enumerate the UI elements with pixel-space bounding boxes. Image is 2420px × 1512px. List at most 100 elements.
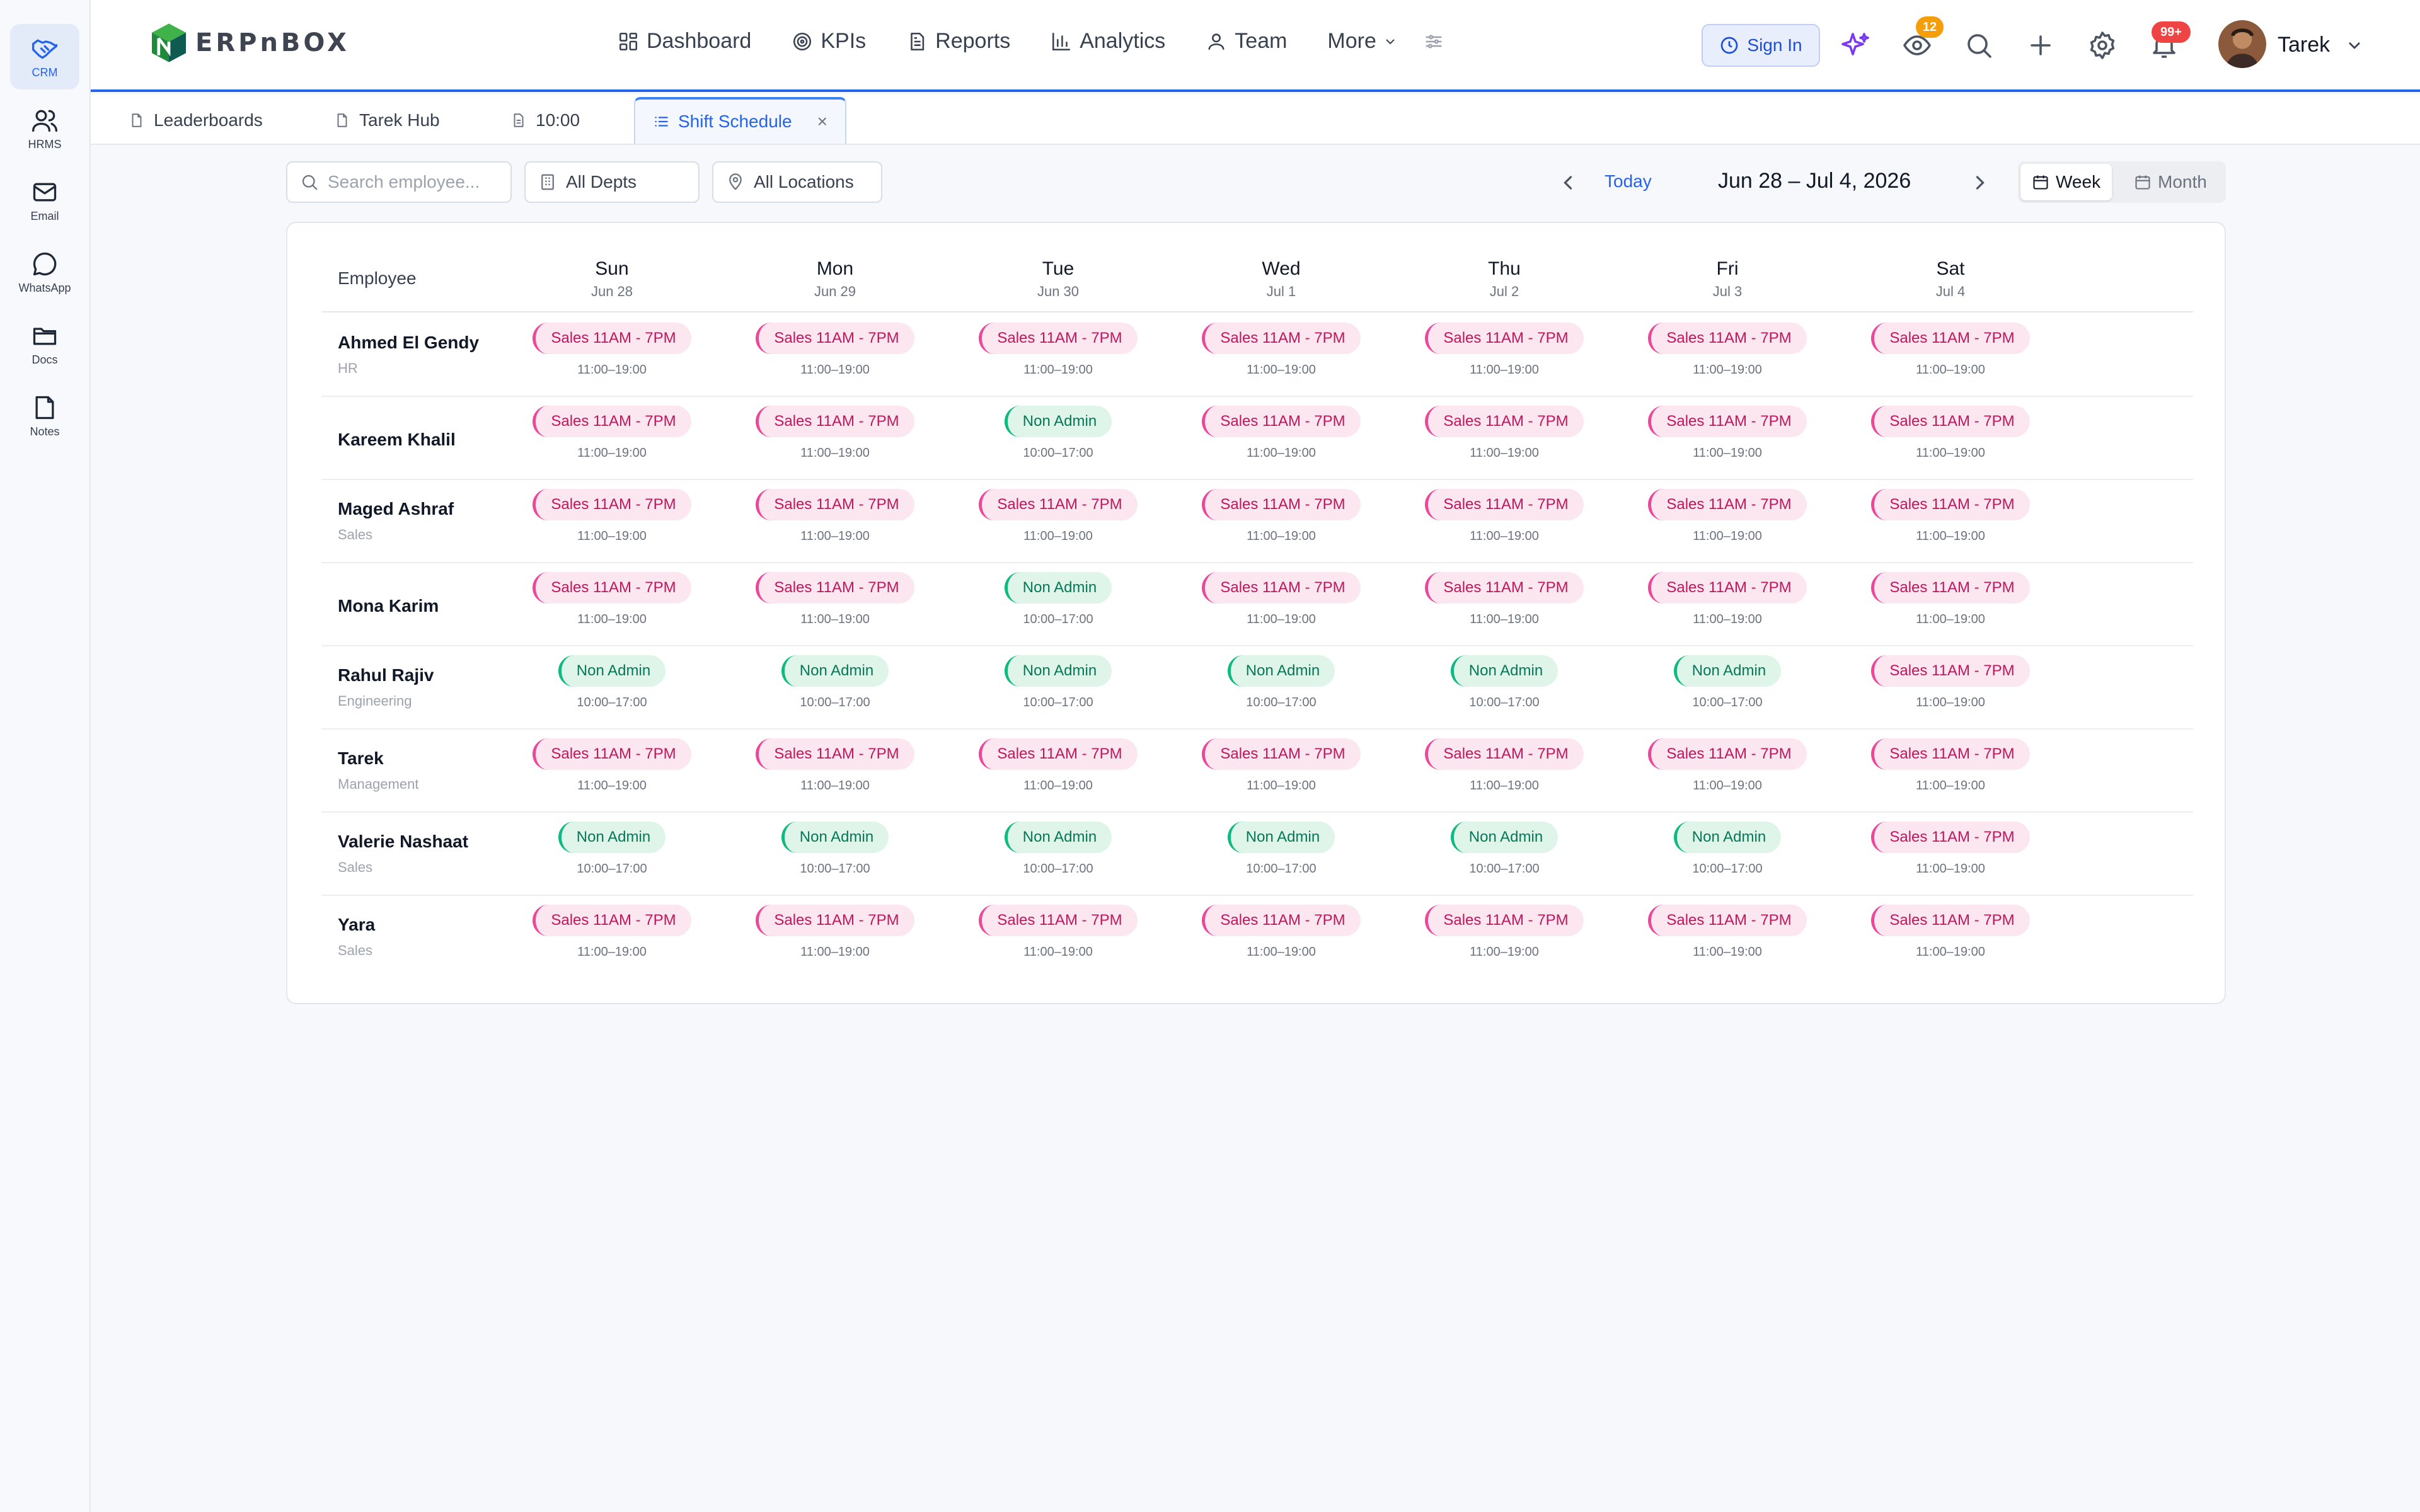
shift-cell[interactable]: Sales 11AM - 7PM 11:00–19:00 (1393, 489, 1616, 544)
sales-shift-pill[interactable]: Sales 11AM - 7PM (979, 738, 1138, 770)
week-view-button[interactable]: Week (2020, 164, 2112, 200)
month-view-button[interactable]: Month (2123, 164, 2218, 200)
non-admin-shift-pill[interactable]: Non Admin (558, 655, 666, 687)
sales-shift-pill[interactable]: Sales 11AM - 7PM (1871, 489, 2030, 520)
search-button[interactable] (1964, 30, 1994, 60)
shift-cell[interactable]: Non Admin 10:00–17:00 (723, 655, 947, 710)
shift-cell[interactable]: Sales 11AM - 7PM 11:00–19:00 (1616, 489, 1839, 544)
shift-cell[interactable]: Sales 11AM - 7PM 11:00–19:00 (1170, 905, 1393, 959)
shift-cell[interactable]: Sales 11AM - 7PM 11:00–19:00 (1170, 738, 1393, 793)
shift-cell[interactable]: Sales 11AM - 7PM 11:00–19:00 (947, 489, 1170, 544)
non-admin-shift-pill[interactable]: Non Admin (1227, 655, 1335, 687)
non-admin-shift-pill[interactable]: Non Admin (1673, 822, 1782, 853)
shift-cell[interactable]: Non Admin 10:00–17:00 (947, 822, 1170, 876)
shift-cell[interactable]: Sales 11AM - 7PM 11:00–19:00 (1616, 905, 1839, 959)
non-admin-shift-pill[interactable]: Non Admin (1227, 822, 1335, 853)
shift-cell[interactable]: Non Admin 10:00–17:00 (500, 822, 723, 876)
sales-shift-pill[interactable]: Sales 11AM - 7PM (1648, 905, 1807, 936)
shift-cell[interactable]: Sales 11AM - 7PM 11:00–19:00 (1839, 489, 2062, 544)
shift-cell[interactable]: Sales 11AM - 7PM 11:00–19:00 (1170, 406, 1393, 461)
tab-leaderboards[interactable]: Leaderboards (129, 97, 263, 144)
shift-cell[interactable]: Non Admin 10:00–17:00 (1393, 822, 1616, 876)
shift-cell[interactable]: Sales 11AM - 7PM 11:00–19:00 (1393, 572, 1616, 627)
sales-shift-pill[interactable]: Sales 11AM - 7PM (1648, 738, 1807, 770)
rail-item-notes[interactable]: Notes (10, 383, 79, 449)
avatar[interactable] (2218, 20, 2266, 68)
employee-name[interactable]: Valerie Nashaat (338, 832, 468, 852)
user-name[interactable]: Tarek (2278, 33, 2330, 57)
nav-more-menu[interactable]: More (1327, 29, 1397, 54)
sales-shift-pill[interactable]: Sales 11AM - 7PM (756, 323, 914, 354)
sales-shift-pill[interactable]: Sales 11AM - 7PM (533, 406, 691, 437)
shift-cell[interactable]: Sales 11AM - 7PM 11:00–19:00 (947, 323, 1170, 377)
shift-cell[interactable]: Sales 11AM - 7PM 11:00–19:00 (723, 572, 947, 627)
shift-cell[interactable]: Non Admin 10:00–17:00 (1616, 822, 1839, 876)
nav-team[interactable]: Team (1206, 29, 1287, 54)
shift-cell[interactable]: Sales 11AM - 7PM 11:00–19:00 (500, 406, 723, 461)
sign-in-button[interactable]: Sign In (1702, 24, 1820, 67)
shift-cell[interactable]: Non Admin 10:00–17:00 (1170, 655, 1393, 710)
non-admin-shift-pill[interactable]: Non Admin (1673, 655, 1782, 687)
shift-cell[interactable]: Sales 11AM - 7PM 11:00–19:00 (1839, 905, 2062, 959)
shift-cell[interactable]: Sales 11AM - 7PM 11:00–19:00 (723, 738, 947, 793)
non-admin-shift-pill[interactable]: Non Admin (781, 822, 889, 853)
chevron-down-icon[interactable] (2344, 35, 2365, 55)
shift-cell[interactable]: Sales 11AM - 7PM 11:00–19:00 (1393, 905, 1616, 959)
non-admin-shift-pill[interactable]: Non Admin (1004, 572, 1112, 604)
employee-name[interactable]: Yara (338, 915, 375, 935)
shift-cell[interactable]: Sales 11AM - 7PM 11:00–19:00 (1616, 406, 1839, 461)
non-admin-shift-pill[interactable]: Non Admin (781, 655, 889, 687)
tab-tarek-hub[interactable]: Tarek Hub (334, 97, 440, 144)
sales-shift-pill[interactable]: Sales 11AM - 7PM (533, 323, 691, 354)
shift-cell[interactable]: Non Admin 10:00–17:00 (947, 655, 1170, 710)
shift-cell[interactable]: Non Admin 10:00–17:00 (1170, 822, 1393, 876)
shift-cell[interactable]: Sales 11AM - 7PM 11:00–19:00 (947, 738, 1170, 793)
sales-shift-pill[interactable]: Sales 11AM - 7PM (1202, 489, 1361, 520)
non-admin-shift-pill[interactable]: Non Admin (1004, 406, 1112, 437)
sales-shift-pill[interactable]: Sales 11AM - 7PM (1425, 905, 1584, 936)
shift-cell[interactable]: Sales 11AM - 7PM 11:00–19:00 (723, 323, 947, 377)
rail-item-docs[interactable]: Docs (10, 311, 79, 377)
sales-shift-pill[interactable]: Sales 11AM - 7PM (1202, 406, 1361, 437)
sales-shift-pill[interactable]: Sales 11AM - 7PM (756, 905, 914, 936)
sales-shift-pill[interactable]: Sales 11AM - 7PM (1202, 738, 1361, 770)
prev-week-chevron-icon[interactable] (1557, 171, 1579, 194)
shift-cell[interactable]: Sales 11AM - 7PM 11:00–19:00 (1393, 738, 1616, 793)
sliders-icon[interactable] (1423, 31, 1444, 52)
shift-cell[interactable]: Sales 11AM - 7PM 11:00–19:00 (500, 323, 723, 377)
sales-shift-pill[interactable]: Sales 11AM - 7PM (1425, 406, 1584, 437)
shift-cell[interactable]: Non Admin 10:00–17:00 (947, 406, 1170, 461)
rail-item-email[interactable]: Email (10, 168, 79, 233)
sales-shift-pill[interactable]: Sales 11AM - 7PM (1871, 655, 2030, 687)
sales-shift-pill[interactable]: Sales 11AM - 7PM (756, 406, 914, 437)
sales-shift-pill[interactable]: Sales 11AM - 7PM (1425, 572, 1584, 604)
sales-shift-pill[interactable]: Sales 11AM - 7PM (979, 489, 1138, 520)
rail-item-whatsapp[interactable]: WhatsApp (10, 239, 79, 305)
nav-reports[interactable]: Reports (906, 29, 1010, 54)
shift-cell[interactable]: Sales 11AM - 7PM 11:00–19:00 (1616, 738, 1839, 793)
non-admin-shift-pill[interactable]: Non Admin (558, 822, 666, 853)
sales-shift-pill[interactable]: Sales 11AM - 7PM (1648, 406, 1807, 437)
employee-name[interactable]: Ahmed El Gendy (338, 333, 479, 353)
sales-shift-pill[interactable]: Sales 11AM - 7PM (1425, 323, 1584, 354)
sales-shift-pill[interactable]: Sales 11AM - 7PM (756, 738, 914, 770)
shift-cell[interactable]: Non Admin 10:00–17:00 (1616, 655, 1839, 710)
shift-cell[interactable]: Non Admin 10:00–17:00 (1393, 655, 1616, 710)
sales-shift-pill[interactable]: Sales 11AM - 7PM (1202, 572, 1361, 604)
sales-shift-pill[interactable]: Sales 11AM - 7PM (533, 489, 691, 520)
today-button[interactable]: Today (1605, 171, 1652, 192)
sales-shift-pill[interactable]: Sales 11AM - 7PM (756, 489, 914, 520)
shift-cell[interactable]: Non Admin 10:00–17:00 (500, 655, 723, 710)
sales-shift-pill[interactable]: Sales 11AM - 7PM (1425, 738, 1584, 770)
shift-cell[interactable]: Sales 11AM - 7PM 11:00–19:00 (1839, 822, 2062, 876)
tab-shift-schedule[interactable]: Shift Schedule × (634, 97, 846, 144)
employee-name[interactable]: Mona Karim (338, 596, 439, 616)
settings-button[interactable] (2087, 30, 2118, 60)
shift-cell[interactable]: Sales 11AM - 7PM 11:00–19:00 (723, 489, 947, 544)
shift-cell[interactable]: Sales 11AM - 7PM 11:00–19:00 (500, 489, 723, 544)
sales-shift-pill[interactable]: Sales 11AM - 7PM (1871, 406, 2030, 437)
search-employee-input[interactable]: Search employee... (286, 161, 512, 203)
shift-cell[interactable]: Sales 11AM - 7PM 11:00–19:00 (1616, 572, 1839, 627)
sales-shift-pill[interactable]: Sales 11AM - 7PM (1648, 489, 1807, 520)
sales-shift-pill[interactable]: Sales 11AM - 7PM (533, 572, 691, 604)
